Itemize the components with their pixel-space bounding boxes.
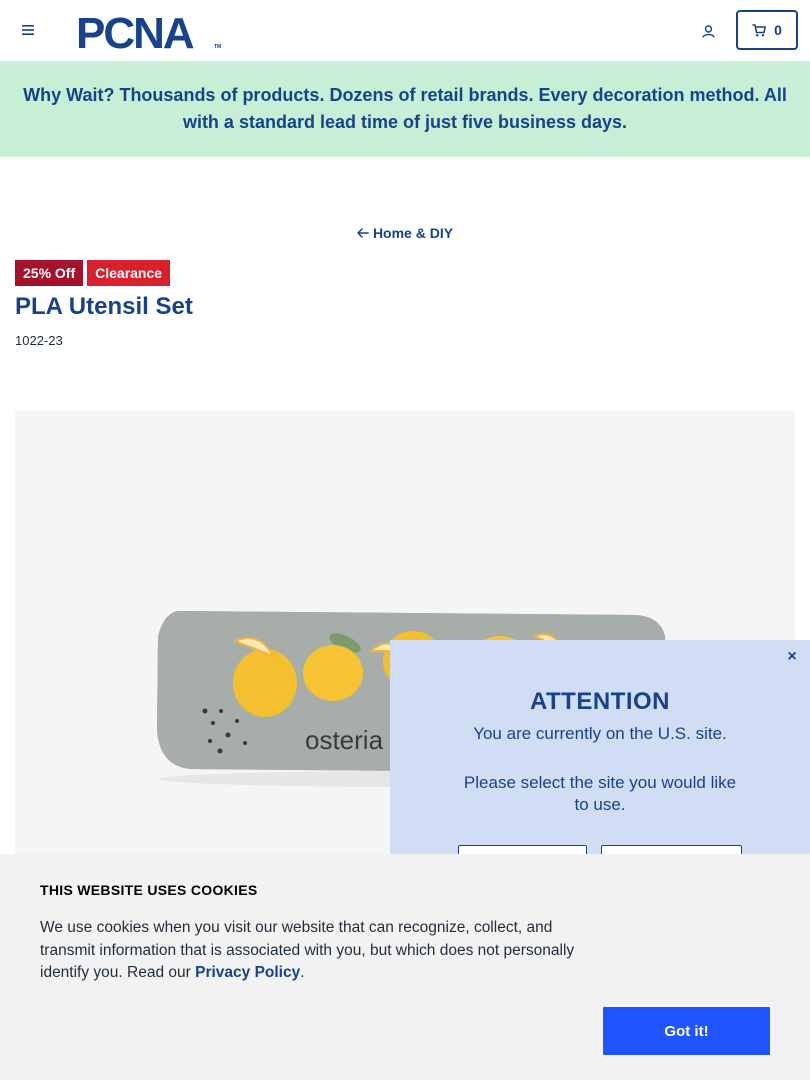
cookie-accept-button[interactable]: Got it!	[603, 1007, 770, 1055]
promo-text: Why Wait? Thousands of products. Dozens …	[23, 85, 787, 132]
promo-banner: Why Wait? Thousands of products. Dozens …	[0, 61, 810, 157]
user-icon	[701, 24, 715, 38]
breadcrumb-label[interactable]: Home & DIY	[373, 225, 453, 241]
cookie-body-text: We use cookies when you visit our websit…	[40, 919, 575, 981]
cookie-title: THIS WEBSITE USES COOKIES	[40, 882, 258, 898]
clearance-badge: Clearance	[87, 260, 171, 286]
svg-text:PCNA: PCNA	[76, 11, 194, 51]
modal-current-site-text: You are currently on the U.S. site.	[473, 724, 727, 743]
cookie-period: .	[300, 964, 305, 981]
privacy-policy-link[interactable]: Privacy Policy	[195, 964, 300, 981]
product-title: PLA Utensil Set	[15, 293, 193, 320]
svg-text:TM: TM	[214, 44, 221, 50]
modal-instruction-text: Please select the site you would like to…	[463, 773, 737, 814]
svg-text:osteria: osteria	[305, 725, 384, 755]
cookie-banner: THIS WEBSITE USES COOKIES We use cookies…	[0, 854, 810, 1080]
cart-icon	[752, 23, 767, 36]
hamburger-menu-icon	[22, 25, 34, 35]
product-sku: 1022-23	[15, 333, 63, 348]
cart-count: 0	[774, 22, 782, 38]
product-badges: 25% Off Clearance	[15, 260, 171, 286]
site-selection-modal: × ATTENTION You are currently on the U.S…	[390, 640, 810, 885]
breadcrumb[interactable]: Home & DIY	[0, 225, 810, 241]
site-header: PCNA TM 0	[0, 0, 810, 61]
close-icon[interactable]: ×	[784, 648, 800, 666]
modal-title: ATTENTION	[529, 688, 671, 715]
arrow-left-icon	[357, 228, 369, 238]
menu-button[interactable]	[18, 20, 38, 40]
discount-badge: 25% Off	[15, 260, 84, 286]
cart-button[interactable]: 0	[736, 10, 798, 50]
pcna-logo[interactable]: PCNA TM	[76, 11, 224, 51]
cookie-body: We use cookies when you visit our websit…	[40, 917, 610, 985]
account-button[interactable]	[697, 20, 719, 42]
